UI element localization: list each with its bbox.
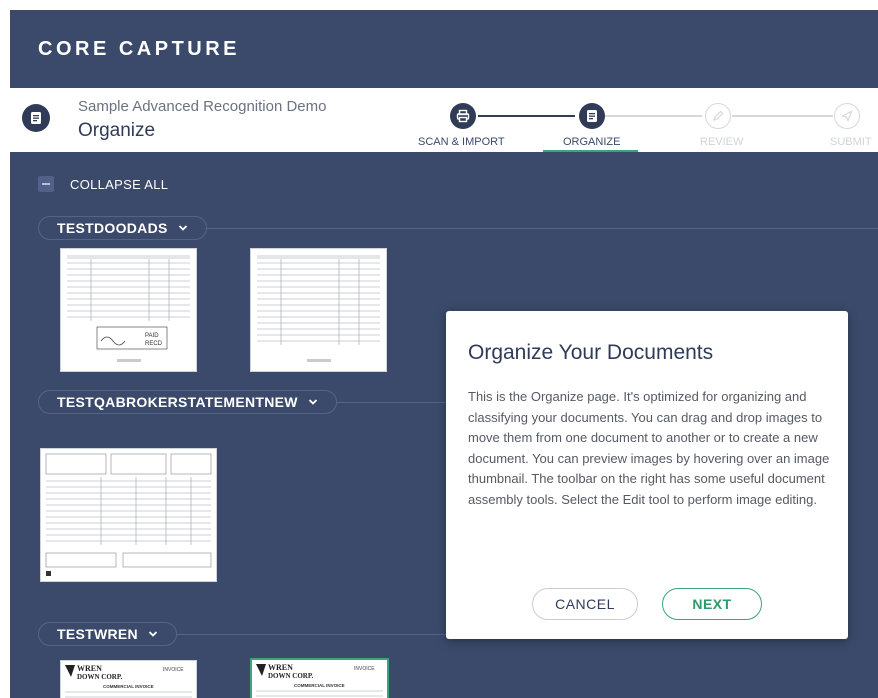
send-icon	[834, 103, 860, 129]
page-thumbnail[interactable]: WREN DOWN CORP. INVOICE COMMERCIAL INVOI…	[60, 660, 197, 698]
next-button[interactable]: NEXT	[662, 588, 762, 620]
wren-logo-text: WREN	[77, 664, 102, 673]
group-name: TESTDOODADS	[57, 220, 168, 236]
chevron-down-icon	[308, 399, 317, 405]
workflow-stepper: SCAN & IMPORT ORGANIZE REVIEW SUBMIT	[405, 88, 878, 152]
wren-subtitle: COMMERCIAL INVOICE	[294, 683, 345, 688]
group-name: TESTQABROKERSTATEMENTNEW	[57, 394, 298, 410]
document-icon	[22, 104, 50, 132]
document-preview	[45, 453, 212, 576]
group-header-testdoodads[interactable]: TESTDOODADS	[38, 216, 207, 240]
collapse-all-label: COLLAPSE ALL	[70, 176, 169, 192]
wren-subtitle: COMMERCIAL INVOICE	[103, 684, 154, 689]
page-header: Sample Advanced Recognition Demo Organiz…	[10, 88, 878, 152]
step-review[interactable]: REVIEW	[657, 88, 757, 152]
document-preview: WREN DOWN CORP. INVOICE COMMERCIAL INVOI…	[256, 663, 383, 697]
stamp-text: RECD	[145, 341, 163, 347]
step-label: SUBMIT	[830, 136, 872, 148]
wren-logo-subtext: DOWN CORP.	[268, 672, 313, 680]
app-window: CORE CAPTURE Sample Advanced Recognition…	[10, 10, 878, 698]
group-header-testqabrokerstatementnew[interactable]: TESTQABROKERSTATEMENTNEW	[38, 390, 337, 414]
collapse-icon	[38, 176, 54, 192]
page-title: Organize	[78, 120, 156, 141]
organize-intro-dialog: Organize Your Documents This is the Orga…	[446, 311, 848, 639]
group-name: TESTWREN	[57, 626, 138, 642]
document-preview: WREN DOWN CORP. INVOICE COMMERCIAL INVOI…	[65, 664, 192, 698]
collapse-all-toggle[interactable]: COLLAPSE ALL	[38, 176, 168, 192]
group-header-testwren[interactable]: TESTWREN	[38, 622, 177, 646]
dialog-title: Organize Your Documents	[468, 341, 714, 364]
page-thumbnail-selected[interactable]: WREN DOWN CORP. INVOICE COMMERCIAL INVOI…	[250, 658, 389, 698]
page-thumbnail[interactable]	[250, 248, 387, 372]
step-organize[interactable]: ORGANIZE	[530, 88, 638, 152]
step-scan-import[interactable]: SCAN & IMPORT	[405, 88, 505, 152]
chevron-down-icon	[148, 631, 158, 637]
brand-bar: CORE CAPTURE	[10, 10, 878, 88]
page-thumbnail[interactable]	[40, 448, 217, 582]
wren-label: INVOICE	[354, 666, 375, 672]
page-thumbnail[interactable]: PAID RECD	[60, 248, 197, 372]
pencil-icon	[705, 103, 731, 129]
chevron-down-icon	[178, 225, 187, 231]
step-label: REVIEW	[700, 136, 744, 148]
document-preview	[257, 255, 380, 362]
document-icon	[579, 103, 605, 129]
step-submit[interactable]: SUBMIT	[778, 88, 878, 152]
wren-label: INVOICE	[163, 667, 184, 673]
step-label: ORGANIZE	[563, 136, 621, 148]
stamp-text: PAID	[145, 333, 159, 339]
document-preview: PAID RECD	[67, 255, 190, 362]
printer-icon	[450, 103, 476, 129]
wren-logo-subtext: DOWN CORP.	[77, 673, 122, 681]
step-label: SCAN & IMPORT	[418, 136, 505, 148]
wren-logo-text: WREN	[268, 663, 293, 672]
dialog-body: This is the Organize page. It's optimize…	[468, 389, 830, 507]
brand-title: CORE CAPTURE	[38, 37, 241, 60]
project-name: Sample Advanced Recognition Demo	[78, 98, 327, 115]
cancel-button[interactable]: CANCEL	[532, 588, 638, 620]
